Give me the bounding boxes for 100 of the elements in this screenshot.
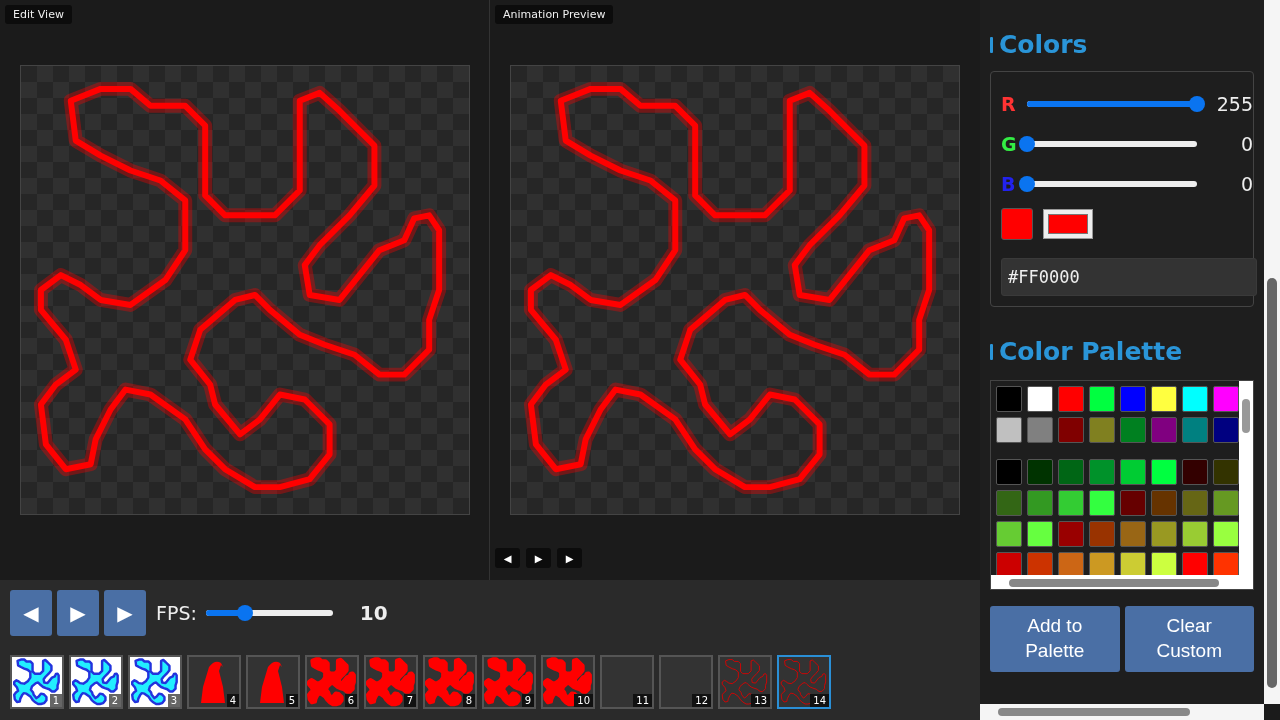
scrollbar[interactable] xyxy=(991,575,1253,589)
hex-input[interactable]: #FF0000 xyxy=(1001,258,1257,296)
palette-swatch[interactable] xyxy=(1089,552,1115,575)
palette-swatch[interactable] xyxy=(1151,386,1177,412)
palette-swatch[interactable] xyxy=(1120,459,1146,485)
fps-value: 10 xyxy=(359,601,388,625)
palette-swatch[interactable] xyxy=(1089,417,1115,443)
palette-swatch[interactable] xyxy=(1089,521,1115,547)
palette-swatch[interactable] xyxy=(1058,459,1084,485)
frame-thumbnail[interactable]: 10 xyxy=(541,655,595,709)
blob-drawing xyxy=(543,657,592,707)
palette-swatch[interactable] xyxy=(1027,386,1053,412)
color-swatch xyxy=(1001,208,1033,240)
blob-drawing xyxy=(780,659,827,705)
frame-thumbnail[interactable]: 3 xyxy=(128,655,182,709)
palette-swatch[interactable] xyxy=(1027,552,1053,575)
slider-thumb[interactable] xyxy=(237,605,254,621)
palette-swatch[interactable] xyxy=(1027,490,1053,516)
blob-drawing xyxy=(307,657,356,707)
frame-thumbnail[interactable]: 2 xyxy=(69,655,123,709)
palette-swatch[interactable] xyxy=(1151,552,1177,575)
palette-swatch[interactable] xyxy=(996,459,1022,485)
frame-thumbnail[interactable]: 14 xyxy=(777,655,831,709)
palette-swatch[interactable] xyxy=(1089,386,1115,412)
palette-swatch[interactable] xyxy=(1151,490,1177,516)
frame-thumbnail[interactable]: 7 xyxy=(364,655,418,709)
palette-swatch[interactable] xyxy=(996,417,1022,443)
palette-swatch[interactable] xyxy=(1027,521,1053,547)
frame-number: 2 xyxy=(108,694,121,707)
frame-number: 14 xyxy=(810,694,829,707)
channel-value: 0 xyxy=(1239,133,1253,155)
palette-swatch[interactable] xyxy=(1182,386,1208,412)
palette-swatch[interactable] xyxy=(1089,490,1115,516)
palette-swatch[interactable] xyxy=(996,490,1022,516)
blob-drawing xyxy=(425,657,474,707)
slider-thumb[interactable] xyxy=(1019,136,1035,152)
palette-swatch[interactable] xyxy=(1058,386,1084,412)
palette-swatch[interactable] xyxy=(1182,552,1208,575)
palette-swatch[interactable] xyxy=(1058,521,1084,547)
frame-thumbnail[interactable]: 1 xyxy=(10,655,64,709)
channel-value: 255 xyxy=(1215,93,1253,115)
palette-swatch[interactable] xyxy=(1120,417,1146,443)
section-heading: Color Palette xyxy=(999,337,1183,366)
palette-swatch[interactable] xyxy=(1213,459,1239,485)
heading-marker xyxy=(990,343,993,360)
playback-button[interactable]: ◀ xyxy=(10,590,52,636)
palette-swatch[interactable] xyxy=(1182,417,1208,443)
scrollbar[interactable] xyxy=(1239,381,1253,575)
palette-swatch[interactable] xyxy=(1151,459,1177,485)
frame-thumbnail[interactable]: 5 xyxy=(246,655,300,709)
frame-thumbnail[interactable]: 4 xyxy=(187,655,241,709)
frame-thumbnail[interactable]: 8 xyxy=(423,655,477,709)
palette-swatch[interactable] xyxy=(1027,417,1053,443)
palette-swatch[interactable] xyxy=(1058,552,1084,575)
frame-thumbnail[interactable]: 12 xyxy=(659,655,713,709)
palette-swatch[interactable] xyxy=(996,552,1022,575)
palette-swatch[interactable] xyxy=(1182,459,1208,485)
slider-thumb[interactable] xyxy=(1189,96,1205,112)
palette-swatch[interactable] xyxy=(1120,521,1146,547)
frame-thumbnail[interactable]: 9 xyxy=(482,655,536,709)
blob-drawing xyxy=(72,658,119,706)
scrollbar[interactable] xyxy=(980,704,1264,720)
scrollbar[interactable] xyxy=(1264,0,1280,704)
frame-thumbnail[interactable]: 13 xyxy=(718,655,772,709)
frame-number: 9 xyxy=(521,694,534,707)
palette-button[interactable]: Clear Custom xyxy=(1124,606,1254,672)
palette-swatch[interactable] xyxy=(1182,490,1208,516)
palette-swatch[interactable] xyxy=(1089,459,1115,485)
palette-swatch[interactable] xyxy=(1213,521,1239,547)
frame-number: 1 xyxy=(49,694,62,707)
playback-button[interactable]: ▶ xyxy=(57,590,99,636)
palette-swatch[interactable] xyxy=(996,386,1022,412)
view-label: Animation Preview xyxy=(495,5,614,24)
slider-thumb[interactable] xyxy=(1019,176,1035,192)
playback-button[interactable]: ▶ xyxy=(557,548,582,568)
palette-swatch[interactable] xyxy=(1182,521,1208,547)
palette-swatch[interactable] xyxy=(1120,552,1146,575)
color-picker-button[interactable] xyxy=(1043,209,1093,239)
palette-swatch[interactable] xyxy=(1120,490,1146,516)
playback-button[interactable]: ▶ xyxy=(104,590,146,636)
playback-button[interactable]: ▶ xyxy=(526,548,551,568)
palette-swatch[interactable] xyxy=(1027,459,1053,485)
drawing-canvas[interactable] xyxy=(20,65,470,515)
frame-thumbnail[interactable]: 6 xyxy=(305,655,359,709)
palette-swatch[interactable] xyxy=(1151,417,1177,443)
palette-swatch[interactable] xyxy=(1151,521,1177,547)
palette-swatch[interactable] xyxy=(1058,417,1084,443)
palette-swatch[interactable] xyxy=(1058,490,1084,516)
palette-swatch[interactable] xyxy=(1213,552,1239,575)
palette-swatch[interactable] xyxy=(1213,386,1239,412)
palette-swatch[interactable] xyxy=(1213,490,1239,516)
fps-label: FPS: xyxy=(156,602,197,624)
frame-thumbnail[interactable]: 11 xyxy=(600,655,654,709)
heading-marker xyxy=(990,36,993,53)
frame-number: 4 xyxy=(226,694,239,707)
playback-button[interactable]: ◀ xyxy=(495,548,520,568)
palette-swatch[interactable] xyxy=(1120,386,1146,412)
palette-swatch[interactable] xyxy=(996,521,1022,547)
palette-button[interactable]: Add to Palette xyxy=(990,606,1120,672)
palette-swatch[interactable] xyxy=(1213,417,1239,443)
